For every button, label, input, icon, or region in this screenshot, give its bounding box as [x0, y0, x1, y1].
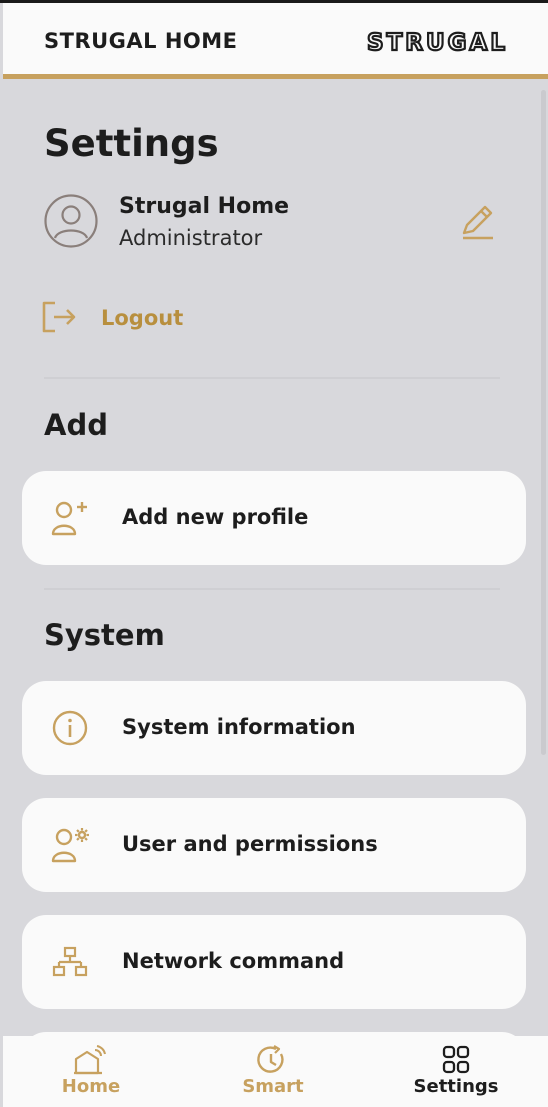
app-header: STRUGAL HOME STRUGAL [3, 3, 548, 79]
user-permissions-label: User and permissions [122, 832, 378, 856]
smart-clock-icon [257, 1045, 284, 1073]
logout-icon [42, 301, 76, 333]
network-icon [52, 946, 88, 977]
user-name: Strugal Home [119, 194, 290, 219]
settings-content[interactable]: Settings Strugal Home Administrator Logo… [3, 84, 548, 1107]
add-new-profile-label: Add new profile [122, 505, 309, 529]
app-frame: STRUGAL HOME STRUGAL Settings Strugal Ho… [0, 0, 548, 1107]
divider [44, 377, 500, 379]
nav-item-settings[interactable]: Settings [396, 1036, 516, 1107]
nav-label-settings: Settings [413, 1076, 499, 1097]
system-information-button[interactable]: System information [22, 681, 526, 775]
divider [44, 588, 500, 590]
header-title: STRUGAL HOME [44, 29, 238, 53]
strugal-logo: STRUGAL [367, 31, 508, 53]
network-command-label: Network command [122, 949, 345, 973]
scrollbar[interactable] [541, 90, 546, 755]
user-role: Administrator [119, 226, 263, 250]
system-information-label: System information [122, 715, 356, 739]
nav-item-smart[interactable]: Smart [213, 1036, 333, 1107]
logout-label: Logout [101, 306, 184, 330]
user-gear-icon [51, 828, 89, 863]
nav-item-home[interactable]: Home [31, 1036, 151, 1107]
logout-button[interactable]: Logout [41, 298, 241, 338]
network-command-button[interactable]: Network command [22, 915, 526, 1009]
edit-profile-icon[interactable] [455, 202, 497, 244]
nav-label-home: Home [61, 1076, 121, 1097]
bottom-nav: Home Smart Settings [3, 1036, 548, 1107]
grid-icon [442, 1045, 470, 1074]
logo-text: STRUGAL [367, 31, 508, 53]
add-new-profile-button[interactable]: Add new profile [22, 471, 526, 565]
avatar-icon [44, 194, 98, 248]
page-title: Settings [44, 122, 219, 165]
info-icon [52, 710, 88, 746]
section-title-system: System [44, 618, 165, 652]
section-title-add: Add [44, 408, 108, 442]
user-permissions-button[interactable]: User and permissions [22, 798, 526, 892]
add-user-icon [51, 501, 87, 536]
nav-label-smart: Smart [242, 1076, 304, 1097]
home-icon [74, 1045, 106, 1075]
